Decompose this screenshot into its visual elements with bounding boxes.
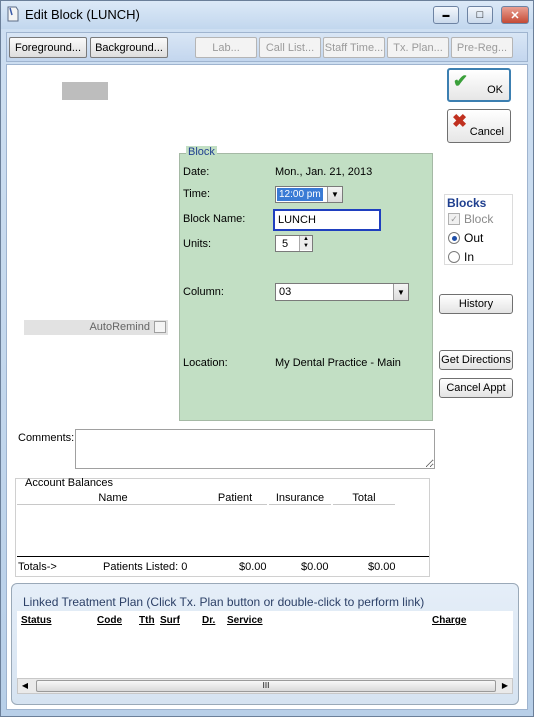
column-select[interactable]: 03 ▼ bbox=[275, 283, 409, 301]
color-swatch bbox=[62, 82, 108, 100]
account-balances-title: Account Balances bbox=[25, 477, 114, 489]
out-radio[interactable] bbox=[448, 232, 460, 244]
x-icon: ✖ bbox=[452, 111, 468, 131]
block-name-input[interactable] bbox=[273, 209, 381, 231]
column-value: 03 bbox=[279, 286, 292, 298]
units-value: 5 bbox=[282, 238, 289, 250]
grand-total: $0.00 bbox=[368, 561, 396, 573]
minimize-icon: ▬ bbox=[442, 11, 450, 19]
column-header-status[interactable]: Status bbox=[21, 615, 52, 626]
foreground-button[interactable]: Foreground... bbox=[9, 37, 87, 58]
units-label: Units: bbox=[183, 238, 212, 250]
autoremind-row: AutoRemind bbox=[24, 320, 168, 335]
cancel-label: Cancel bbox=[469, 126, 504, 138]
totals-divider bbox=[17, 556, 429, 557]
call-list-button[interactable]: Call List... bbox=[259, 37, 321, 58]
out-radio-row[interactable]: Out bbox=[448, 231, 483, 245]
toolbar: Foreground... Background... Lab... Call … bbox=[6, 32, 528, 62]
time-label: Time: bbox=[183, 188, 211, 200]
location-label: Location: bbox=[183, 357, 228, 369]
time-value: 12:00 pm bbox=[277, 188, 323, 201]
column-header-charge[interactable]: Charge bbox=[432, 615, 466, 626]
cancel-button[interactable]: ✖ Cancel bbox=[447, 109, 511, 143]
scroll-right-icon[interactable]: ▶ bbox=[498, 679, 512, 693]
column-header-code[interactable]: Code bbox=[97, 615, 122, 626]
spin-down-icon[interactable]: ▼ bbox=[300, 243, 312, 250]
out-radio-label: Out bbox=[464, 231, 484, 245]
close-button[interactable]: ✕ bbox=[501, 6, 529, 24]
insurance-total: $0.00 bbox=[301, 561, 329, 573]
minimize-button[interactable]: ▬ bbox=[433, 6, 459, 24]
comments-label: Comments: bbox=[18, 432, 75, 444]
autoremind-checkbox[interactable] bbox=[154, 321, 166, 333]
cancel-appt-button[interactable]: Cancel Appt bbox=[439, 378, 513, 398]
get-directions-button[interactable]: Get Directions bbox=[439, 350, 513, 370]
spin-up-icon[interactable]: ▲ bbox=[300, 236, 312, 243]
in-radio-row[interactable]: In bbox=[448, 250, 474, 264]
chevron-down-icon[interactable]: ▼ bbox=[327, 187, 342, 202]
maximize-icon: □ bbox=[476, 9, 484, 21]
main-content: ✔ OK ✖ Cancel Block Date: Mon., Jan. 21,… bbox=[6, 64, 528, 710]
in-radio[interactable] bbox=[448, 251, 460, 263]
app-icon bbox=[7, 6, 19, 22]
date-label: Date: bbox=[183, 166, 210, 178]
time-select[interactable]: 12:00 pm ▼ bbox=[275, 186, 343, 203]
in-radio-label: In bbox=[464, 250, 475, 264]
background-button[interactable]: Background... bbox=[90, 37, 168, 58]
spin-buttons[interactable]: ▲ ▼ bbox=[299, 236, 312, 251]
column-label: Column: bbox=[183, 286, 224, 298]
lab-button[interactable]: Lab... bbox=[195, 37, 257, 58]
maximize-button[interactable]: □ bbox=[467, 6, 493, 24]
patient-total: $0.00 bbox=[239, 561, 267, 573]
checkmark-icon: ✔ bbox=[453, 71, 469, 91]
autoremind-label: AutoRemind bbox=[89, 321, 150, 333]
totals-label: Totals-> bbox=[18, 561, 57, 573]
column-header-patient[interactable]: Patient bbox=[203, 492, 267, 505]
column-header-surf[interactable]: Surf bbox=[160, 615, 180, 626]
pre-reg-button[interactable]: Pre-Reg... bbox=[451, 37, 513, 58]
location-value: My Dental Practice - Main bbox=[275, 357, 401, 369]
staff-time-button[interactable]: Staff Time... bbox=[323, 37, 385, 58]
history-button[interactable]: History bbox=[439, 294, 513, 314]
tx-plan-button[interactable]: Tx. Plan... bbox=[387, 37, 449, 58]
scroll-left-icon[interactable]: ◀ bbox=[18, 679, 32, 693]
units-stepper[interactable]: 5 ▲ ▼ bbox=[275, 235, 313, 252]
date-value: Mon., Jan. 21, 2013 bbox=[275, 166, 373, 178]
column-header-dr[interactable]: Dr. bbox=[202, 615, 215, 626]
horizontal-scrollbar[interactable]: ◀ III ▶ bbox=[17, 678, 513, 694]
block-legend: Block bbox=[186, 146, 217, 158]
close-icon: ✕ bbox=[510, 9, 520, 22]
column-header-tth[interactable]: Tth bbox=[139, 615, 155, 626]
chevron-down-icon[interactable]: ▼ bbox=[393, 284, 408, 300]
block-checkbox-label: Block bbox=[464, 212, 494, 226]
window-title: Edit Block (LUNCH) bbox=[25, 7, 140, 22]
scroll-thumb[interactable]: III bbox=[36, 680, 496, 692]
block-name-label: Block Name: bbox=[183, 213, 246, 225]
column-header-name[interactable]: Name bbox=[17, 492, 209, 505]
linked-treatment-plan-title: Linked Treatment Plan (Click Tx. Plan bu… bbox=[23, 595, 425, 609]
check-icon: ✓ bbox=[448, 213, 460, 225]
blocks-title: Blocks bbox=[447, 196, 487, 210]
title-bar: Edit Block (LUNCH) ▬ □ ✕ bbox=[1, 1, 533, 29]
ok-button[interactable]: ✔ OK bbox=[447, 68, 511, 102]
edit-block-window: Edit Block (LUNCH) ▬ □ ✕ Foreground... B… bbox=[0, 0, 534, 717]
block-checkbox-row[interactable]: ✓ Block bbox=[448, 212, 493, 226]
column-header-insurance[interactable]: Insurance bbox=[269, 492, 331, 505]
patients-listed: Patients Listed: 0 bbox=[103, 561, 188, 573]
comments-field[interactable] bbox=[75, 429, 435, 469]
column-header-total[interactable]: Total bbox=[333, 492, 395, 505]
column-header-service[interactable]: Service bbox=[227, 615, 263, 626]
account-balances-list[interactable] bbox=[17, 507, 429, 555]
ok-label: OK bbox=[487, 84, 503, 96]
